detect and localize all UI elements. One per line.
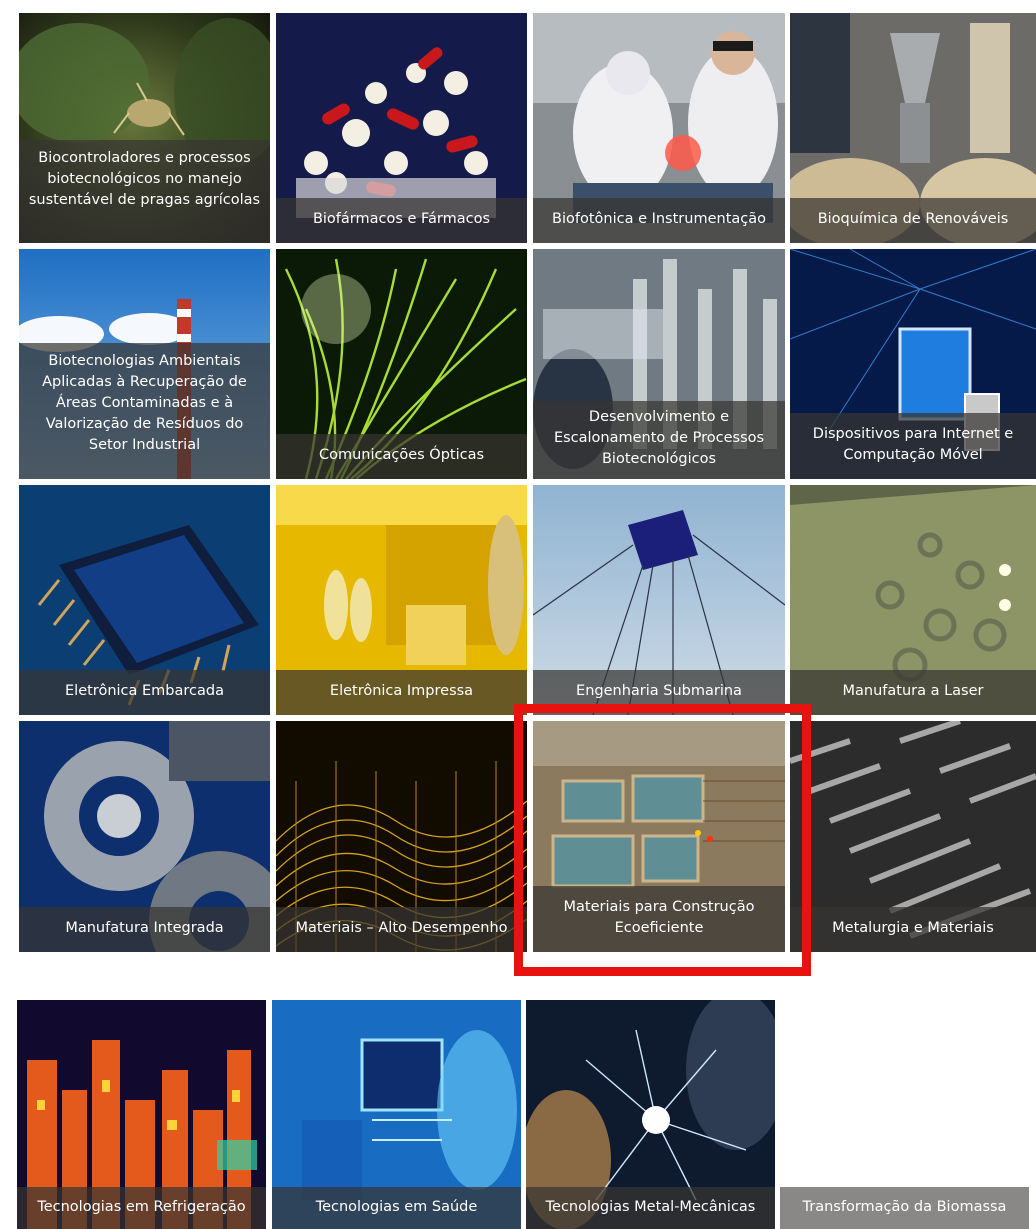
tile-caption: Manufatura a Laser [790,670,1036,715]
tile-caption: Desenvolvimento e Escalonamento de Proce… [533,401,785,479]
tile-tecnologias-saude[interactable]: Tecnologias em Saúde [272,1000,521,1229]
tile-caption: Tecnologias Metal-Mecânicas [526,1187,775,1229]
tile-caption: Tecnologias em Saúde [272,1187,521,1229]
tile-bioquimica[interactable]: Bioquímica de Renováveis [790,13,1036,243]
tile-materiais-construcao-ecoeficiente[interactable]: Materiais para Construção Ecoeficiente [533,721,785,952]
tile-caption: Bioquímica de Renováveis [790,198,1036,243]
tile-biofotonica[interactable]: Biofotônica e Instrumentação [533,13,785,243]
tile-eletronica-impressa[interactable]: Eletrônica Impressa [276,485,527,715]
tile-caption: Comunicações Ópticas [276,434,527,479]
tile-caption: Biocontroladores e processos biotecnológ… [19,140,270,243]
tile-caption: Tecnologias em Refrigeração [17,1187,266,1229]
tile-transformacao-biomassa[interactable]: Transformação da Biomassa [780,1187,1029,1229]
tile-caption: Manufatura Integrada [19,907,270,952]
tile-manufatura-integrada[interactable]: Manufatura Integrada [19,721,270,952]
tile-dispositivos-internet[interactable]: Dispositivos para Internet e Computação … [790,249,1036,479]
tile-materiais-alto-desempenho[interactable]: Materiais – Alto Desempenho [276,721,527,952]
tile-tecnologias-refrigeracao[interactable]: Tecnologias em Refrigeração [17,1000,266,1229]
tile-comunicacoes-opticas[interactable]: Comunicações Ópticas [276,249,527,479]
tile-biofarmacos[interactable]: Biofármacos e Fármacos [276,13,527,243]
tile-caption: Biotecnologias Ambientais Aplicadas à Re… [19,343,270,479]
tile-caption: Biofotônica e Instrumentação [533,198,785,243]
tile-caption: Materiais para Construção Ecoeficiente [533,886,785,952]
tile-caption: Metalurgia e Materiais [790,907,1036,952]
tile-desenvolvimento-escalonamento[interactable]: Desenvolvimento e Escalonamento de Proce… [533,249,785,479]
tile-caption: Engenharia Submarina [533,670,785,715]
tile-biocontroladores[interactable]: Biocontroladores e processos biotecnológ… [19,13,270,243]
tile-biotecnologias-ambientais[interactable]: Biotecnologias Ambientais Aplicadas à Re… [19,249,270,479]
tile-caption: Eletrônica Impressa [276,670,527,715]
tile-caption: Transformação da Biomassa [780,1187,1029,1229]
tile-caption: Dispositivos para Internet e Computação … [790,413,1036,479]
tile-caption: Materiais – Alto Desempenho [276,907,527,952]
tile-engenharia-submarina[interactable]: Engenharia Submarina [533,485,785,715]
tile-caption: Eletrônica Embarcada [19,670,270,715]
tile-tecnologias-metal-mecanicas[interactable]: Tecnologias Metal-Mecânicas [526,1000,775,1229]
tile-caption: Biofármacos e Fármacos [276,198,527,243]
tile-eletronica-embarcada[interactable]: Eletrônica Embarcada [19,485,270,715]
tile-metalurgia-materiais[interactable]: Metalurgia e Materiais [790,721,1036,952]
tile-manufatura-laser[interactable]: Manufatura a Laser [790,485,1036,715]
